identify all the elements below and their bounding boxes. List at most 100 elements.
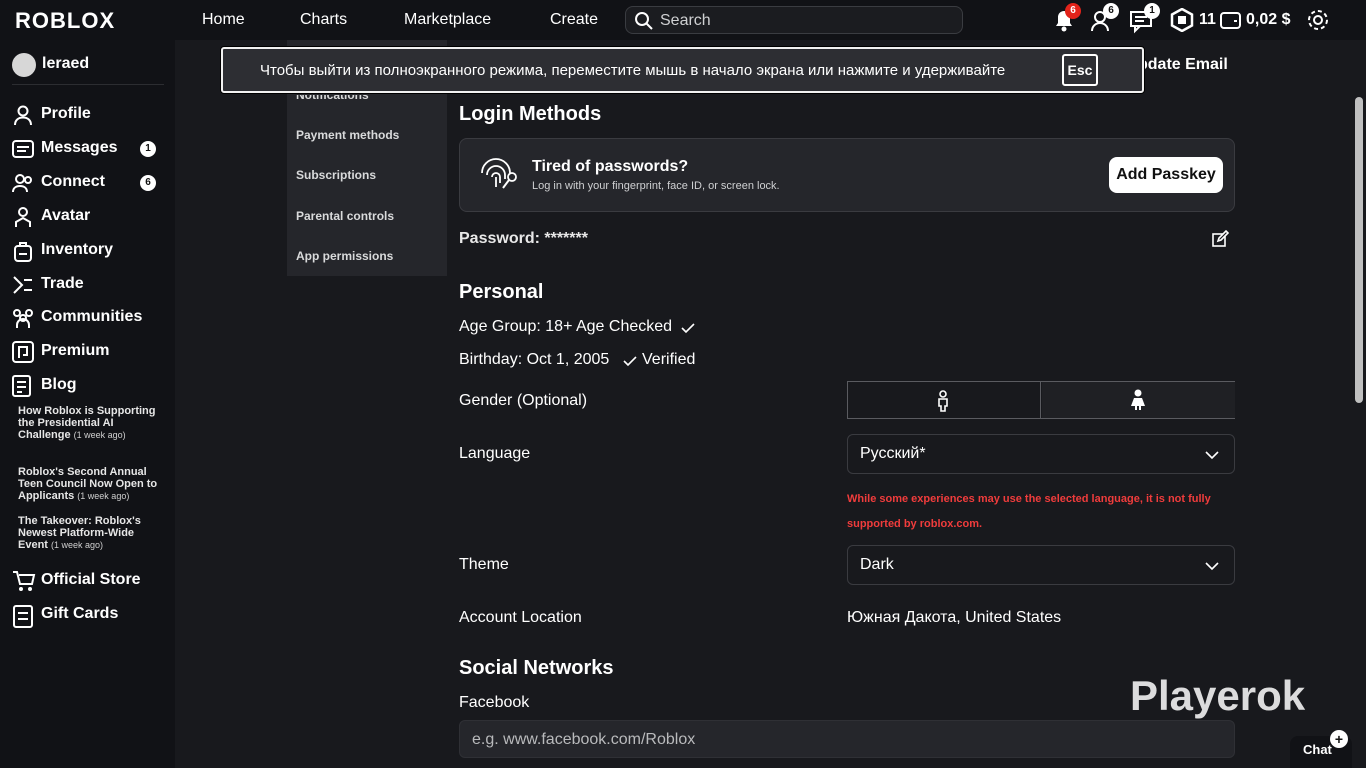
account-location-value: Южная Дакота, United States xyxy=(847,609,1062,626)
blog-post-age: (1 week ago) xyxy=(73,430,126,440)
chat-button[interactable]: Chat + xyxy=(1290,730,1352,768)
chat-plus-icon: + xyxy=(1330,730,1348,748)
search-input[interactable]: Search xyxy=(625,6,963,34)
sidebar-item-inventory[interactable]: Inventory xyxy=(12,238,162,264)
gift-card-icon xyxy=(13,605,33,628)
male-icon xyxy=(938,390,948,412)
messages-button[interactable]: 1 xyxy=(1128,3,1160,34)
sidebar-item-label: Premium xyxy=(41,342,110,359)
sidebar-item-label: Inventory xyxy=(41,241,114,258)
friends-badge: 6 xyxy=(1103,3,1119,19)
scrollbar-thumb[interactable] xyxy=(1355,97,1363,403)
nav-charts[interactable]: Charts xyxy=(300,11,347,29)
sidebar-divider xyxy=(12,84,164,85)
sidebar-item-official-store[interactable]: Official Store xyxy=(12,568,162,594)
nav-marketplace[interactable]: Marketplace xyxy=(404,11,491,29)
robux-count: 11 xyxy=(1199,11,1216,28)
female-icon xyxy=(1131,389,1145,410)
personal-heading: Personal xyxy=(459,281,544,303)
passkey-card: Tired of passwords? Log in with your fin… xyxy=(459,138,1235,212)
account-location-label: Account Location xyxy=(459,609,582,626)
sidebar-item-premium[interactable]: Premium xyxy=(12,339,162,365)
messages-icon xyxy=(12,140,34,158)
sidebar-item-communities[interactable]: Communities xyxy=(12,305,162,331)
sidebar-item-profile[interactable]: Profile xyxy=(12,102,162,128)
menu-item-app-permissions[interactable]: App permissions xyxy=(296,249,393,263)
login-methods-heading: Login Methods xyxy=(459,103,602,125)
add-passkey-button[interactable]: Add Passkey xyxy=(1109,157,1223,193)
gender-male-option[interactable] xyxy=(848,382,1041,418)
facebook-label: Facebook xyxy=(459,694,530,711)
sidebar-item-label: Trade xyxy=(41,275,84,292)
language-warning: While some experiences may use the selec… xyxy=(847,493,1211,530)
menu-item-parental-controls[interactable]: Parental controls xyxy=(296,209,394,223)
sidebar-item-label: Profile xyxy=(41,105,91,122)
theme-value: Dark xyxy=(860,556,894,573)
gear-icon[interactable] xyxy=(1305,7,1331,33)
connect-count-badge: 6 xyxy=(140,175,156,191)
sidebar-item-label: Gift Cards xyxy=(41,605,119,622)
messages-badge: 1 xyxy=(1144,3,1160,19)
menu-item-payment-methods[interactable]: Payment methods xyxy=(296,128,399,142)
password-label: Password: ******* xyxy=(459,230,588,247)
blog-post-link[interactable]: The Takeover: Roblox's Newest Platform-W… xyxy=(18,515,158,551)
theme-select[interactable]: Dark xyxy=(847,545,1235,585)
top-bar: ROBLOX Home Charts Marketplace Create Se… xyxy=(0,0,1366,40)
page-scrollbar[interactable] xyxy=(1352,40,1366,768)
sidebar-item-messages[interactable]: Messages 1 xyxy=(12,136,162,162)
social-networks-heading: Social Networks xyxy=(459,657,614,679)
username: leraed xyxy=(42,55,90,72)
language-select[interactable]: Русский* xyxy=(847,434,1235,474)
roblox-logo[interactable]: ROBLOX xyxy=(15,8,115,34)
messages-count-badge: 1 xyxy=(140,141,156,157)
sidebar-item-label: Avatar xyxy=(41,207,91,224)
blog-post-age: (1 week ago) xyxy=(77,491,130,501)
sidebar-item-label: Blog xyxy=(41,376,77,393)
gender-female-option[interactable] xyxy=(1042,382,1235,418)
theme-label: Theme xyxy=(459,556,509,573)
sidebar-item-blog[interactable]: Blog xyxy=(12,373,162,399)
update-email-button[interactable]: pdate Email xyxy=(1138,56,1228,74)
sidebar-item-label: Official Store xyxy=(41,571,141,588)
blog-post-link[interactable]: How Roblox is Supporting the Presidentia… xyxy=(18,405,158,441)
edit-icon[interactable] xyxy=(1211,230,1229,248)
sidebar-item-connect[interactable]: Connect 6 xyxy=(12,170,162,196)
chevron-down-icon xyxy=(1205,451,1219,460)
esc-key-hint: Esc xyxy=(1062,54,1098,86)
menu-item-subscriptions[interactable]: Subscriptions xyxy=(296,168,376,182)
premium-icon xyxy=(12,341,34,363)
watermark: Playerok xyxy=(1130,672,1306,719)
gender-selector xyxy=(847,381,1235,419)
avatar xyxy=(12,53,36,77)
fingerprint-icon xyxy=(481,158,517,189)
sidebar-item-label: Messages xyxy=(41,139,118,156)
friends-button[interactable]: 6 xyxy=(1089,3,1119,34)
sidebar-item-label: Communities xyxy=(41,308,143,325)
verified-label: Verified xyxy=(642,351,696,368)
toast-message: Чтобы выйти из полноэкранного режима, пе… xyxy=(260,62,1006,79)
robux-icon[interactable] xyxy=(1170,8,1194,32)
blog-post-link[interactable]: Roblox's Second Annual Teen Council Now … xyxy=(18,466,158,502)
sidebar-item-label: Connect xyxy=(41,173,105,190)
sidebar-item-trade[interactable]: Trade xyxy=(12,272,162,298)
facebook-field[interactable]: e.g. www.facebook.com/Roblox xyxy=(459,720,1235,758)
checkmark-icon xyxy=(681,323,695,334)
language-value: Русский* xyxy=(860,445,926,462)
blog-icon xyxy=(12,375,31,397)
language-label: Language xyxy=(459,445,531,462)
notifications-button[interactable]: 6 xyxy=(1050,3,1081,34)
gender-label: Gender (Optional) xyxy=(459,392,588,409)
nav-home[interactable]: Home xyxy=(202,11,245,29)
wallet-icon[interactable] xyxy=(1220,10,1242,30)
avatar-icon xyxy=(15,207,31,227)
communities-icon xyxy=(13,309,33,328)
age-group-text: Age Group: 18+ Age Checked xyxy=(459,318,673,335)
balance-value: 0,02 $ xyxy=(1246,11,1291,28)
nav-create[interactable]: Create xyxy=(550,11,598,29)
chat-label: Chat xyxy=(1303,742,1332,757)
fullscreen-exit-toast: Чтобы выйти из полноэкранного режима, пе… xyxy=(221,47,1144,93)
passkey-subtitle: Log in with your fingerprint, face ID, o… xyxy=(532,180,780,192)
sidebar-item-gift-cards[interactable]: Gift Cards xyxy=(12,602,162,628)
sidebar-item-avatar[interactable]: Avatar xyxy=(12,204,162,230)
checkmark-icon xyxy=(623,356,637,367)
